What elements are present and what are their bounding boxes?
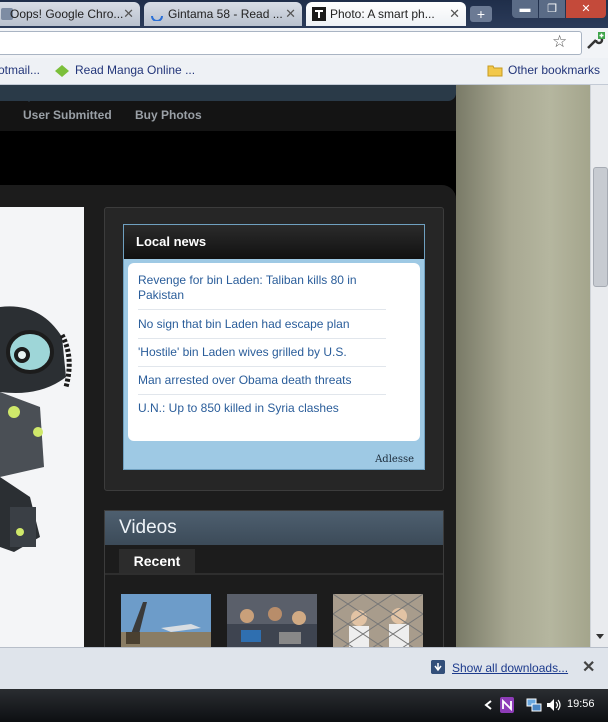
tab-gintama[interactable]: Gintama 58 - Read ... ✕ [144, 2, 302, 26]
bookmark-other-bookmarks[interactable]: Other bookmarks [508, 63, 600, 77]
network-icon[interactable] [526, 698, 542, 712]
local-news-widget: Local news Revenge for bin Laden: Taliba… [104, 207, 444, 491]
tab-label: Photo: A smart ph... [330, 7, 435, 21]
bookmark-star-icon[interactable]: ☆ [552, 32, 567, 52]
local-news-title: Local news [136, 234, 207, 249]
toolbar: ☆ [0, 28, 608, 59]
wrench-menu-icon[interactable] [584, 31, 606, 53]
new-tab-button[interactable]: + [470, 6, 492, 22]
site-subnav: User Submitted Buy Photos [0, 85, 456, 131]
windows-taskbar: 19:56 [0, 689, 608, 722]
video-thumbnail-image [121, 594, 211, 647]
onenote-icon[interactable] [500, 697, 514, 713]
sponsor-label[interactable]: Adlesse [375, 454, 414, 465]
restore-button[interactable]: ❐ [539, 0, 565, 18]
videos-header: Videos [105, 511, 443, 545]
loading-spinner-icon [151, 15, 163, 21]
window-controls: ▬ ❐ ✕ [512, 0, 606, 18]
local-news-list: Revenge for bin Laden: Taliban kills 80 … [128, 263, 420, 441]
manga-favicon-icon [55, 65, 69, 77]
nav-bar-edge [0, 85, 456, 101]
news-link[interactable]: U.N.: Up to 850 killed in Syria clashes [138, 401, 386, 422]
bookmarks-bar: otmail... Read Manga Online ... Other bo… [0, 58, 608, 85]
videos-title: Videos [119, 517, 177, 538]
videos-widget: Videos Recent [104, 510, 444, 647]
news-link[interactable]: Revenge for bin Laden: Taliban kills 80 … [138, 273, 386, 310]
tab-label: Oops! Google Chro... [10, 7, 124, 21]
downloads-icon [431, 660, 445, 674]
news-link[interactable]: Man arrested over Obama death threats [138, 373, 386, 395]
site-favicon-icon [312, 7, 326, 21]
video-thumbnail-image [333, 594, 423, 647]
tab-close-icon[interactable]: ✕ [285, 2, 296, 26]
active-nav-pointer-icon [22, 95, 36, 102]
tab-label: Gintama 58 - Read ... [168, 7, 283, 21]
tab-photo-smart-phone[interactable]: Photo: A smart ph... ✕ [306, 2, 466, 26]
video-thumbnail[interactable] [333, 594, 423, 647]
tab-oops-google-chrome[interactable]: Oops! Google Chro... ✕ [0, 2, 140, 26]
news-link[interactable]: 'Hostile' bin Laden wives grilled by U.S… [138, 345, 386, 367]
main-photo[interactable] [0, 207, 84, 647]
page-background-texture [456, 85, 590, 647]
show-hidden-icons-chevron-icon[interactable] [484, 700, 492, 710]
close-downloads-bar-button[interactable]: ✕ [582, 657, 595, 677]
show-all-downloads-link[interactable]: Show all downloads... [452, 661, 568, 675]
tab-strip: Oops! Google Chro... ✕ Gintama 58 - Read… [0, 0, 608, 28]
volume-icon[interactable] [546, 698, 562, 712]
tab-close-icon[interactable]: ✕ [449, 2, 460, 26]
bookmark-hotmail[interactable]: otmail... [0, 63, 40, 77]
close-window-button[interactable]: ✕ [566, 0, 606, 18]
tab-recent[interactable]: Recent [119, 549, 195, 573]
nav-buy-photos[interactable]: Buy Photos [135, 108, 202, 122]
nav-user-submitted[interactable]: User Submitted [23, 108, 112, 122]
video-thumbnail-image [227, 594, 317, 647]
downloads-bar: Show all downloads... ✕ [0, 647, 608, 690]
video-thumbnail[interactable] [227, 594, 317, 647]
local-news-frame: Local news Revenge for bin Laden: Taliba… [123, 224, 425, 470]
folder-icon [487, 65, 503, 77]
news-link[interactable]: No sign that bin Laden had escape plan [138, 317, 386, 339]
scroll-down-arrow-icon[interactable] [595, 633, 605, 641]
taskbar-clock[interactable]: 19:56 [567, 698, 595, 710]
page-viewport: User Submitted Buy Photos Local news Rev… [0, 85, 608, 647]
vertical-scrollbar[interactable] [590, 85, 608, 647]
robot-photo-graphic [0, 207, 84, 647]
tab-close-icon[interactable]: ✕ [123, 2, 134, 26]
scrollbar-thumb[interactable] [593, 167, 608, 287]
minimize-button[interactable]: ▬ [512, 0, 538, 18]
tab-divider [105, 573, 443, 575]
local-news-header: Local news [124, 225, 424, 259]
video-thumbnail[interactable] [121, 594, 211, 647]
bookmark-read-manga-online[interactable]: Read Manga Online ... [75, 63, 195, 77]
address-bar[interactable] [0, 31, 582, 55]
